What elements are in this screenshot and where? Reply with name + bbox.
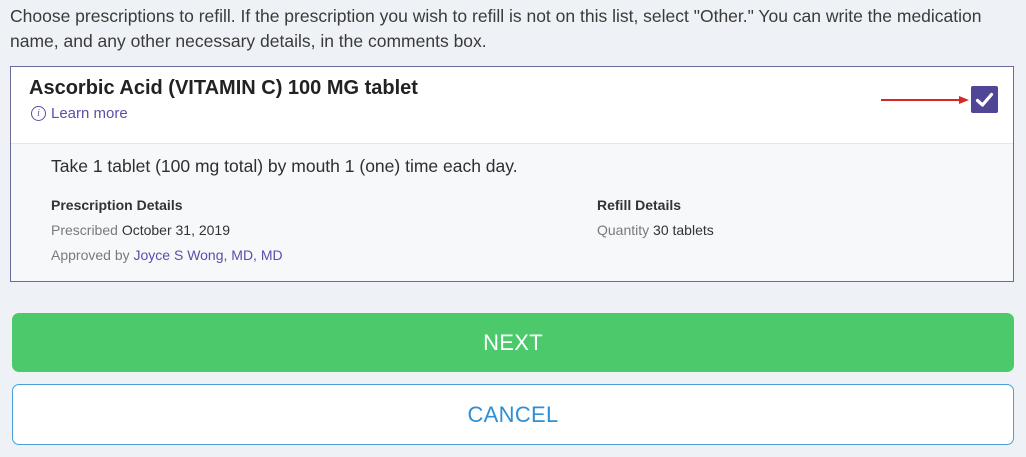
quantity-row: Quantity 30 tablets xyxy=(597,218,714,243)
checkmark-icon xyxy=(975,92,994,107)
refill-details-heading: Refill Details xyxy=(597,197,682,213)
prescribed-row: Prescribed October 31, 2019 xyxy=(51,218,283,243)
prescription-card: Ascorbic Acid (VITAMIN C) 100 MG tablet … xyxy=(10,66,1014,282)
approved-label: Approved by xyxy=(51,247,130,263)
learn-more-link[interactable]: i Learn more xyxy=(31,105,128,122)
quantity-value: 30 tablets xyxy=(653,222,714,238)
medication-name: Ascorbic Acid (VITAMIN C) 100 MG tablet xyxy=(29,77,418,99)
select-prescription-checkbox[interactable] xyxy=(971,86,998,113)
next-button[interactable]: NEXT xyxy=(12,313,1014,372)
cancel-button[interactable]: CANCEL xyxy=(12,384,1014,445)
prescriber-link[interactable]: Joyce S Wong, MD, MD xyxy=(134,247,283,263)
red-arrow-annotation xyxy=(881,96,969,104)
approved-row: Approved by Joyce S Wong, MD, MD xyxy=(51,243,283,268)
info-icon: i xyxy=(31,106,46,121)
learn-more-label: Learn more xyxy=(51,105,128,122)
dosage-instructions: Take 1 tablet (100 mg total) by mouth 1 … xyxy=(51,156,518,176)
refill-details-section: Refill Details Quantity 30 tablets xyxy=(597,193,714,243)
prescribed-label: Prescribed xyxy=(51,222,118,238)
prescribed-date: October 31, 2019 xyxy=(121,222,230,238)
prescription-card-header: Ascorbic Acid (VITAMIN C) 100 MG tablet … xyxy=(11,67,1013,144)
prescription-details-section: Prescription Details Prescribed October … xyxy=(51,193,283,268)
instructions-text: Choose prescriptions to refill. If the p… xyxy=(10,6,982,51)
quantity-label: Quantity xyxy=(597,222,650,238)
prescription-details-heading: Prescription Details xyxy=(51,197,183,213)
